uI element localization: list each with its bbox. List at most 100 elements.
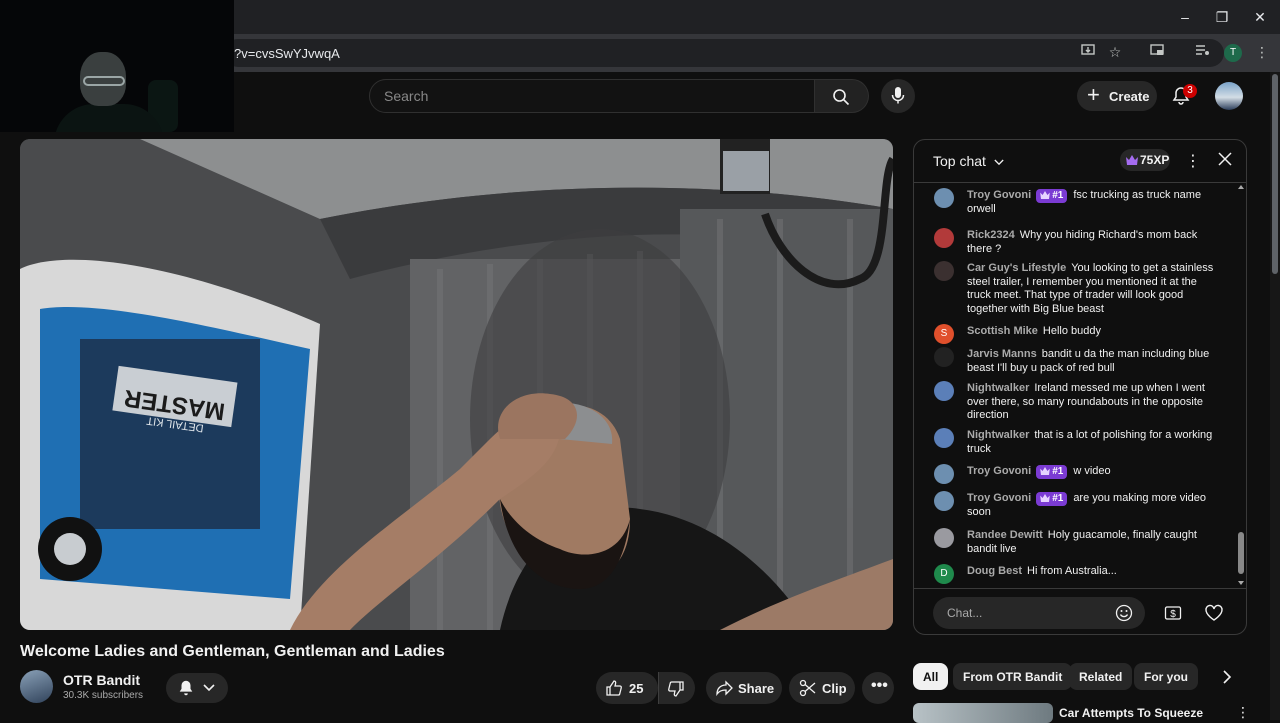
chip-for-you[interactable]: For you xyxy=(1134,663,1198,690)
recommendation-more-icon[interactable]: ⋮ xyxy=(1236,704,1250,721)
chat-author-avatar[interactable]: D xyxy=(934,564,954,584)
dislike-button[interactable] xyxy=(658,672,695,704)
chip-related[interactable]: Related xyxy=(1069,663,1133,690)
search-button[interactable] xyxy=(815,79,869,113)
search-box xyxy=(369,79,815,113)
chat-author-name[interactable]: Troy Govoni xyxy=(967,492,1031,504)
bookmark-star-icon[interactable]: ☆ xyxy=(1105,42,1125,62)
channel-name[interactable]: OTR Bandit xyxy=(63,672,140,688)
xp-badge[interactable]: 75XP xyxy=(1120,149,1170,171)
media-controls-icon[interactable] xyxy=(1192,42,1212,62)
chat-author-avatar[interactable] xyxy=(934,228,954,248)
top-fan-badge: #1 xyxy=(1036,189,1068,203)
chat-author-name[interactable]: Scottish Mike xyxy=(967,325,1038,337)
chat-message-body: Randee Dewitt Holy guacamole, finally cau… xyxy=(967,529,1223,556)
scroll-down-arrow-icon[interactable] xyxy=(1238,580,1244,586)
search-icon xyxy=(833,89,850,106)
video-title: Welcome Ladies and Gentleman, Gentleman … xyxy=(20,643,445,660)
more-horizontal-icon: ••• xyxy=(871,677,888,694)
chat-scroll-thumb[interactable] xyxy=(1238,532,1244,574)
page-scroll-thumb[interactable] xyxy=(1272,74,1278,274)
top-fan-rank: #1 xyxy=(1052,190,1064,201)
emoji-icon[interactable] xyxy=(1115,604,1133,622)
subscription-notifications-button[interactable] xyxy=(166,673,228,703)
chat-mode-label: Top chat xyxy=(933,153,986,169)
chat-author-name[interactable]: Nightwalker xyxy=(967,382,1029,394)
chat-message-body: Scottish Mike Hello buddy xyxy=(967,325,1223,339)
like-button[interactable]: 25 xyxy=(596,672,658,704)
recommendation-title[interactable]: Car Attempts To Squeeze xyxy=(1059,706,1203,720)
scissors-icon xyxy=(799,679,816,697)
chat-author-avatar[interactable] xyxy=(934,347,954,367)
close-icon[interactable]: ✕ xyxy=(1250,8,1270,26)
account-avatar[interactable] xyxy=(1215,82,1243,110)
chat-author-name[interactable]: Nightwalker xyxy=(967,429,1029,441)
cast-icon[interactable] xyxy=(1147,42,1167,62)
super-chat-icon[interactable]: $ xyxy=(1164,604,1182,622)
chat-message-body: Troy Govoni #1 fsc trucking as truck name … xyxy=(967,189,1223,217)
chat-author-name[interactable]: Doug Best xyxy=(967,565,1022,577)
subscriber-count: 30.3K subscribers xyxy=(63,690,144,701)
chat-author-avatar[interactable] xyxy=(934,381,954,401)
browser-profile-avatar[interactable]: T xyxy=(1224,44,1242,62)
share-button[interactable]: Share xyxy=(706,672,782,704)
crown-icon xyxy=(1040,467,1050,475)
chat-message-list: Troy Govoni #1 fsc trucking as truck name … xyxy=(914,182,1234,588)
crown-icon xyxy=(1040,191,1050,199)
create-button[interactable]: + Create xyxy=(1077,81,1157,111)
chip-from-otr-bandit[interactable]: From OTR Bandit xyxy=(953,663,1073,690)
voice-search-button[interactable] xyxy=(881,79,915,113)
notification-badge: 3 xyxy=(1183,84,1197,98)
install-app-icon[interactable] xyxy=(1078,42,1098,62)
chat-input-box xyxy=(933,597,1145,629)
like-count: 25 xyxy=(629,681,644,696)
chat-author-name[interactable]: Jarvis Manns xyxy=(967,348,1037,360)
top-fan-rank: #1 xyxy=(1052,466,1064,477)
top-fan-rank: #1 xyxy=(1052,493,1064,504)
close-icon xyxy=(1218,152,1232,166)
chat-more-icon[interactable]: ⋮ xyxy=(1185,151,1201,171)
share-label: Share xyxy=(738,681,775,696)
chat-author-avatar[interactable]: S xyxy=(934,324,954,344)
chat-author-avatar[interactable] xyxy=(934,428,954,448)
chat-scrollbar[interactable] xyxy=(1238,184,1244,588)
more-actions-button[interactable]: ••• xyxy=(862,672,894,704)
url-text: ?v=cvsSwYJvwqA xyxy=(234,46,340,61)
chat-author-avatar[interactable] xyxy=(934,261,954,281)
chevron-down-icon xyxy=(203,684,215,692)
top-fan-badge: #1 xyxy=(1036,492,1068,506)
chat-author-avatar[interactable] xyxy=(934,188,954,208)
chat-message-text: Hi from Australia... xyxy=(1027,565,1117,577)
recommendation-thumbnail[interactable] xyxy=(913,703,1053,723)
scroll-up-arrow-icon[interactable] xyxy=(1238,184,1244,190)
chat-author-name[interactable]: Troy Govoni xyxy=(967,465,1031,477)
maximize-icon[interactable]: ❐ xyxy=(1212,8,1232,26)
chevron-right-icon[interactable] xyxy=(1221,670,1233,684)
chip-all[interactable]: All xyxy=(913,663,949,690)
browser-menu-icon[interactable]: ⋮ xyxy=(1252,42,1272,62)
svg-text:$: $ xyxy=(1170,609,1176,620)
chat-author-avatar[interactable] xyxy=(934,528,954,548)
webcam-overlay xyxy=(0,0,234,132)
address-bar[interactable]: ?v=cvsSwYJvwqA xyxy=(224,39,1224,67)
page-scrollbar[interactable] xyxy=(1270,72,1280,720)
chat-author-avatar[interactable] xyxy=(934,464,954,484)
heart-icon[interactable] xyxy=(1204,603,1224,623)
chat-author-name[interactable]: Car Guy's Lifestyle xyxy=(967,262,1066,274)
search-input[interactable] xyxy=(382,87,806,105)
clip-button[interactable]: Clip xyxy=(789,672,855,704)
close-chat-button[interactable] xyxy=(1217,151,1233,170)
video-player[interactable]: MASTER DETAIL KIT xyxy=(20,139,893,630)
chat-author-name[interactable]: Rick2324 xyxy=(967,229,1015,241)
chat-footer: $ xyxy=(914,588,1246,634)
channel-avatar[interactable] xyxy=(20,670,53,703)
chat-author-name[interactable]: Troy Govoni xyxy=(967,189,1031,201)
chat-input[interactable] xyxy=(945,605,1119,621)
minimize-icon[interactable]: – xyxy=(1175,8,1195,26)
thumbs-down-icon xyxy=(668,681,684,697)
chat-author-avatar[interactable] xyxy=(934,491,954,511)
chat-message-body: Nightwalker that is a lot of polishing fo… xyxy=(967,429,1223,456)
bell-icon xyxy=(179,680,193,696)
chat-author-name[interactable]: Randee Dewitt xyxy=(967,529,1043,541)
chat-mode-dropdown[interactable]: Top chat xyxy=(933,153,1004,169)
